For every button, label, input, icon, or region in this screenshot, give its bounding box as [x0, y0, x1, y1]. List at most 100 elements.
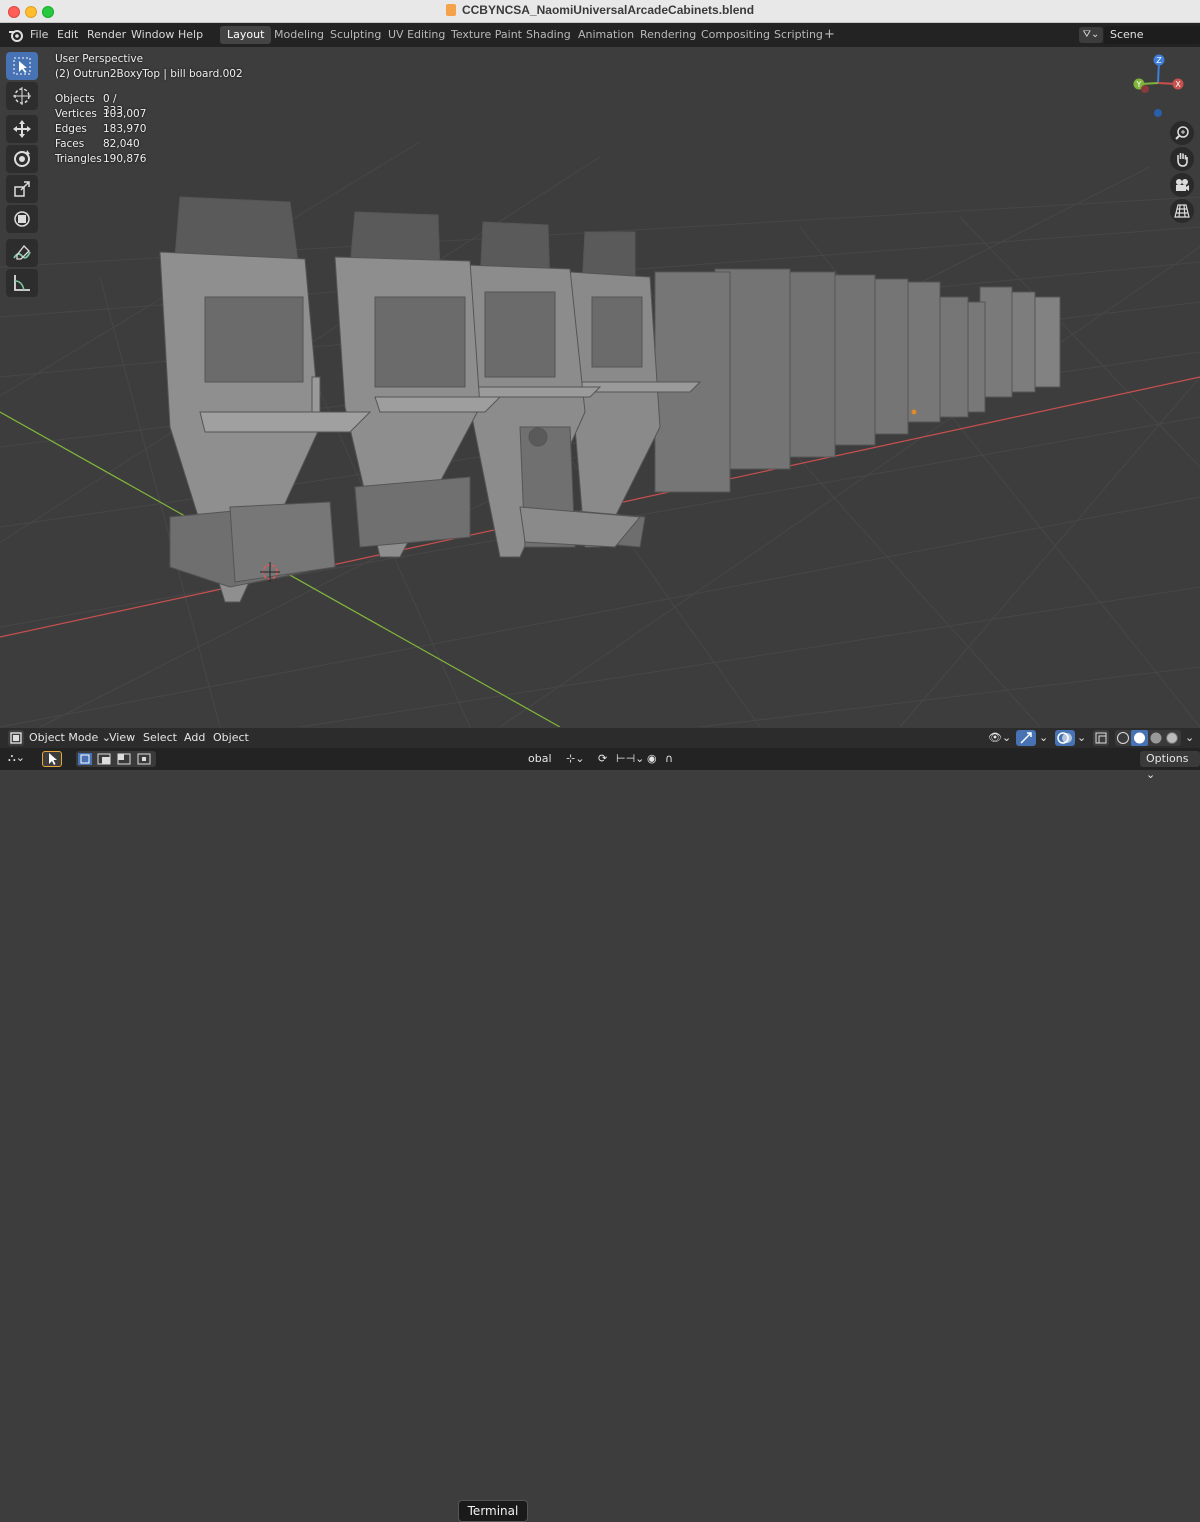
menu-add[interactable]: Add	[184, 731, 205, 744]
tool-measure[interactable]	[6, 269, 38, 297]
show-overlays-button[interactable]	[1055, 730, 1075, 746]
xray-button[interactable]	[1093, 730, 1109, 746]
snap-toggle-button[interactable]: ⟳	[598, 752, 607, 765]
menu-view[interactable]: View	[109, 731, 135, 744]
tool-cursor[interactable]	[6, 82, 38, 110]
gizmo-neg-x-icon[interactable]	[1141, 85, 1149, 93]
stats-triangles-label: Triangles	[55, 153, 102, 165]
transform-icon	[14, 211, 30, 227]
tab-animation[interactable]: Animation	[571, 26, 641, 44]
mode-selector-label: Object Mode	[29, 731, 99, 744]
object-origin-icon	[911, 409, 917, 415]
viewport-header: Object Mode ⌄ View Select Add Object 👁⌄ …	[0, 728, 1200, 748]
transform-orientation[interactable]: obal	[528, 752, 552, 765]
stats-objects-label: Objects	[55, 93, 95, 105]
tool-rotate[interactable]	[6, 145, 38, 173]
pan-view-button[interactable]	[1170, 147, 1194, 171]
menu-render[interactable]: Render	[87, 28, 126, 41]
tool-transform[interactable]	[6, 205, 38, 233]
editor-type-button[interactable]	[8, 730, 24, 746]
stats-faces-value: 82,040	[103, 138, 140, 150]
pivot-point-button[interactable]: ⊹⌄	[566, 752, 584, 765]
material-shading-icon[interactable]	[1150, 732, 1162, 744]
window-title-text: CCBYNCSA_NaomiUniversalArcadeCabinets.bl…	[461, 3, 755, 17]
proportional-edit-button[interactable]: ◉	[647, 752, 657, 765]
gizmo-z-label: Z	[1156, 56, 1162, 65]
camera-view-button[interactable]	[1170, 173, 1194, 197]
gizmo-x-label: X	[1175, 80, 1181, 89]
navigation-gizmo[interactable]: Z Y X	[1125, 53, 1185, 119]
stats-edges-value: 183,970	[103, 123, 147, 135]
gizmo-icon	[1020, 732, 1032, 744]
hand-icon	[1177, 153, 1188, 167]
add-workspace-button[interactable]: +	[820, 26, 839, 44]
menu-object[interactable]: Object	[213, 731, 249, 744]
overlays-dropdown[interactable]: ⌄	[1077, 731, 1086, 744]
mode-selector[interactable]: Object Mode ⌄	[29, 731, 111, 744]
menu-help[interactable]: Help	[178, 28, 203, 41]
scale-icon	[14, 181, 30, 197]
menu-file[interactable]: File	[30, 28, 48, 41]
window-title: CCBYNCSA_NaomiUniversalArcadeCabinets.bl…	[0, 3, 1200, 17]
scene-selector-icon[interactable]: ⛛⌄	[1079, 27, 1103, 43]
cabinet-2	[334, 211, 502, 558]
wireframe-shading-icon[interactable]	[1117, 732, 1129, 744]
shading-mode-group	[1115, 730, 1181, 746]
tool-annotate[interactable]	[6, 239, 38, 267]
rendered-shading-icon[interactable]	[1166, 732, 1178, 744]
stats-faces-label: Faces	[55, 138, 85, 150]
tool-scale[interactable]	[6, 175, 38, 203]
stats-vertices: Vertices 103,007	[55, 108, 146, 120]
stats-vertices-value: 103,007	[103, 108, 147, 120]
viewport-3d[interactable]: User Perspective (2) Outrun2BoxyTop | bi…	[0, 47, 1200, 727]
menu-edit[interactable]: Edit	[57, 28, 78, 41]
window-titlebar: CCBYNCSA_NaomiUniversalArcadeCabinets.bl…	[0, 0, 1200, 23]
show-gizmo-button[interactable]	[1016, 730, 1036, 746]
tool-select-box[interactable]	[6, 52, 38, 80]
view-object-types-button[interactable]: 👁⌄	[988, 731, 1011, 744]
options-dropdown[interactable]: Options ⌄	[1140, 751, 1200, 781]
tool-move[interactable]	[6, 115, 38, 143]
selection-mode-group[interactable]	[76, 751, 156, 767]
stats-objects: Objects 0 / 333	[55, 93, 123, 117]
terminal-tooltip[interactable]: Terminal	[458, 1500, 528, 1522]
blender-logo-icon[interactable]	[8, 28, 24, 42]
tool-options-dropdown[interactable]: ⛬⌄	[8, 751, 25, 765]
tab-sculpting[interactable]: Sculpting	[323, 26, 388, 44]
active-tool-button[interactable]	[42, 751, 62, 767]
scene-name-field[interactable]: Scene	[1104, 26, 1200, 44]
falloff-button[interactable]: ∩	[665, 752, 673, 765]
menu-select[interactable]: Select	[143, 731, 177, 744]
tab-uv-editing[interactable]: UV Editing	[381, 26, 452, 44]
stats-vertices-label: Vertices	[55, 108, 97, 120]
tab-rendering[interactable]: Rendering	[633, 26, 703, 44]
gizmo-dropdown[interactable]: ⌄	[1039, 731, 1048, 744]
zoom-view-button[interactable]	[1170, 121, 1194, 145]
solid-shading-icon[interactable]	[1134, 732, 1145, 744]
tab-compositing[interactable]: Compositing	[694, 26, 777, 44]
stats-edges-label: Edges	[55, 123, 87, 135]
scene-render	[0, 141, 1200, 727]
cabinet-far-group	[654, 268, 1061, 493]
tab-modeling[interactable]: Modeling	[267, 26, 331, 44]
select-box-icon	[13, 57, 31, 75]
grid-perspective-icon	[1174, 204, 1190, 218]
xray-icon	[1095, 732, 1107, 744]
overlays-icon	[1057, 732, 1072, 744]
shading-icons	[1117, 730, 1178, 746]
tool-settings-bar: ⛬⌄ Terminal obal ⊹⌄ ⟳ ⊢⊣⌄ ◉ ∩ Options ⌄	[0, 748, 1200, 1522]
tab-texture-paint[interactable]: Texture Paint	[444, 26, 529, 44]
tab-layout[interactable]: Layout	[220, 26, 272, 44]
annotate-icon	[13, 245, 31, 260]
arcade-cabinets	[159, 196, 1061, 603]
menu-window[interactable]: Window	[131, 28, 174, 41]
gizmo-neg-z-icon[interactable]	[1154, 109, 1162, 117]
shading-dropdown[interactable]: ⌄	[1185, 731, 1194, 744]
gizmo-y-label: Y	[1136, 80, 1142, 89]
tab-shading[interactable]: Shading	[519, 26, 578, 44]
toggle-perspective-button[interactable]	[1170, 199, 1194, 223]
view-perspective-label: User Perspective	[55, 53, 144, 65]
cursor-icon	[13, 87, 31, 105]
snap-target-button[interactable]: ⊢⊣⌄	[616, 752, 644, 765]
move-icon	[13, 120, 31, 138]
